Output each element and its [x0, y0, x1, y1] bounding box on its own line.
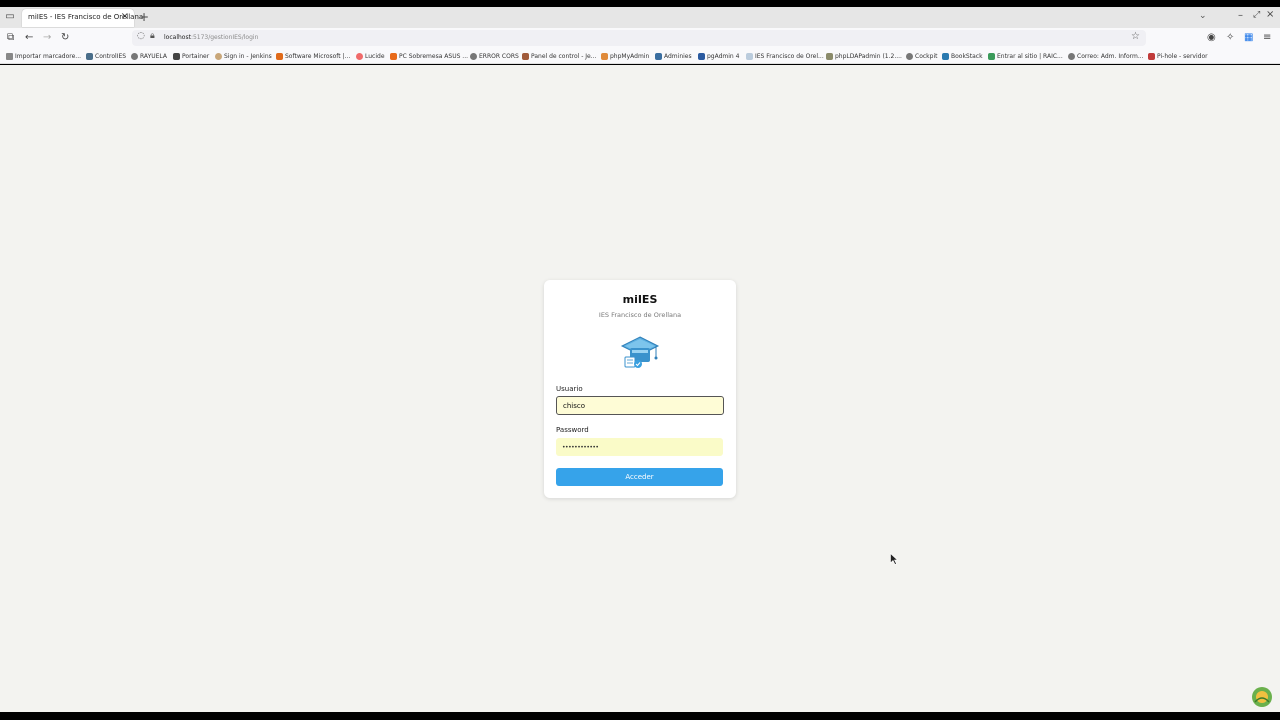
sidebar-panel-icon[interactable]: ▦: [1244, 31, 1253, 45]
asus-icon: [390, 52, 397, 60]
mouse-cursor-icon: [890, 553, 898, 565]
pgadmin-icon: [698, 52, 705, 60]
bookmarks-bar: Importar marcadore... ControlIES RAYUELA…: [0, 48, 1280, 64]
url-path: :5173/gestionIES/login: [190, 34, 259, 41]
school-name: IES Francisco de Orellana: [598, 311, 682, 319]
minimize-icon[interactable]: –: [1238, 10, 1243, 21]
active-tab[interactable]: miIES - IES Francisco de Orellana ×: [22, 9, 143, 27]
bookstack-icon: [942, 52, 949, 60]
raices-icon: [988, 52, 995, 60]
password-input[interactable]: [556, 438, 723, 456]
bookmark-item[interactable]: ControlIES: [86, 51, 126, 61]
phpmyadmin-icon: [601, 52, 608, 60]
nav-toolbar: ⧉ ← → ↻ ◌ 🔒︎ localhost:5173/gestionIES/l…: [0, 28, 1280, 48]
panel-icon: [522, 52, 529, 60]
bookmark-item[interactable]: Entrar al sitio | RAIC...: [988, 51, 1063, 61]
url-bar[interactable]: ◌ 🔒︎ localhost:5173/gestionIES/login ☆: [132, 30, 1146, 46]
menu-icon[interactable]: ≡: [1263, 31, 1271, 45]
chevron-down-icon[interactable]: ⌄: [1199, 11, 1207, 21]
bookmark-item[interactable]: Software Microsoft |...: [276, 51, 350, 61]
jenkins-icon: [215, 52, 222, 60]
bookmark-item[interactable]: PC Sobremesa ASUS ...: [390, 51, 468, 61]
ies-icon: [746, 52, 753, 60]
screen-bottom-edge: [0, 712, 1280, 720]
bookmark-item[interactable]: RAYUELA: [131, 51, 167, 61]
portainer-icon: [173, 52, 180, 60]
app-title: miIES: [622, 293, 658, 306]
bookmark-item[interactable]: Adminies: [655, 51, 692, 61]
import-icon: [6, 52, 13, 60]
screen-top-edge: [0, 0, 1280, 7]
tab-close-icon[interactable]: ×: [121, 11, 129, 23]
maximize-icon[interactable]: ⤢: [1253, 10, 1260, 20]
bookmark-item[interactable]: phpMyAdmin: [601, 51, 649, 61]
pihole-icon: [1148, 52, 1155, 60]
bookmark-item[interactable]: Sign in - Jenkins: [215, 51, 272, 61]
login-card: miIES IES Francisco de Orellana Usuario …: [544, 280, 736, 498]
login-button[interactable]: Acceder: [556, 468, 723, 486]
username-label: Usuario: [556, 385, 583, 393]
shield-icon[interactable]: ◌: [137, 31, 145, 41]
tray-app-icon[interactable]: [1250, 686, 1274, 708]
password-label: Password: [556, 426, 589, 434]
bookmark-item[interactable]: Lucide: [356, 51, 385, 61]
page-info-icon[interactable]: 🔒︎: [150, 31, 155, 41]
adminies-icon: [655, 52, 662, 60]
bookmark-item[interactable]: BookStack: [942, 51, 983, 61]
bookmark-item[interactable]: Importar marcadore...: [6, 51, 81, 61]
forward-icon[interactable]: →: [43, 31, 51, 45]
back-icon[interactable]: ←: [25, 31, 33, 45]
phpldapadmin-icon: [826, 52, 833, 60]
sidebar-toggle-icon[interactable]: ⧉: [7, 31, 14, 45]
controlies-icon: [86, 52, 93, 60]
tab-strip: ▭ miIES - IES Francisco de Orellana × + …: [0, 7, 1280, 28]
graduation-cap-icon: [620, 336, 660, 368]
bookmark-item[interactable]: phpLDAPadmin (1.2....: [826, 51, 902, 61]
microsoft-icon: [276, 52, 283, 60]
bookmark-star-icon[interactable]: ☆: [1131, 31, 1140, 42]
globe-icon: [131, 52, 138, 60]
cockpit-icon: [906, 52, 913, 60]
lucide-icon: [356, 52, 363, 60]
globe-icon: [470, 52, 477, 60]
bookmark-item[interactable]: pgAdmin 4: [698, 51, 739, 61]
bookmark-item[interactable]: Correo: Adm. Inform...: [1068, 51, 1144, 61]
window-close-icon[interactable]: ×: [1266, 9, 1274, 20]
bookmark-item[interactable]: IES Francisco de Orel...: [746, 51, 824, 61]
bookmark-item[interactable]: Cockpit: [906, 51, 937, 61]
bookmark-item[interactable]: Panel de control - Je...: [522, 51, 596, 61]
reload-icon[interactable]: ↻: [61, 31, 69, 45]
bookmark-item[interactable]: ERROR CORS: [470, 51, 519, 61]
account-icon[interactable]: ◉: [1207, 31, 1216, 45]
bookmark-item[interactable]: Pi-hole - servidor: [1148, 51, 1208, 61]
url-host: localhost: [164, 34, 191, 41]
url-text[interactable]: localhost:5173/gestionIES/login: [164, 34, 258, 41]
extensions-icon[interactable]: ✧: [1226, 31, 1234, 45]
bookmark-item[interactable]: Portainer: [173, 51, 209, 61]
new-tab-icon[interactable]: +: [139, 10, 149, 24]
globe-icon: [1068, 52, 1075, 60]
tab-overview-icon[interactable]: ▭: [4, 11, 16, 23]
username-input[interactable]: [556, 396, 724, 415]
